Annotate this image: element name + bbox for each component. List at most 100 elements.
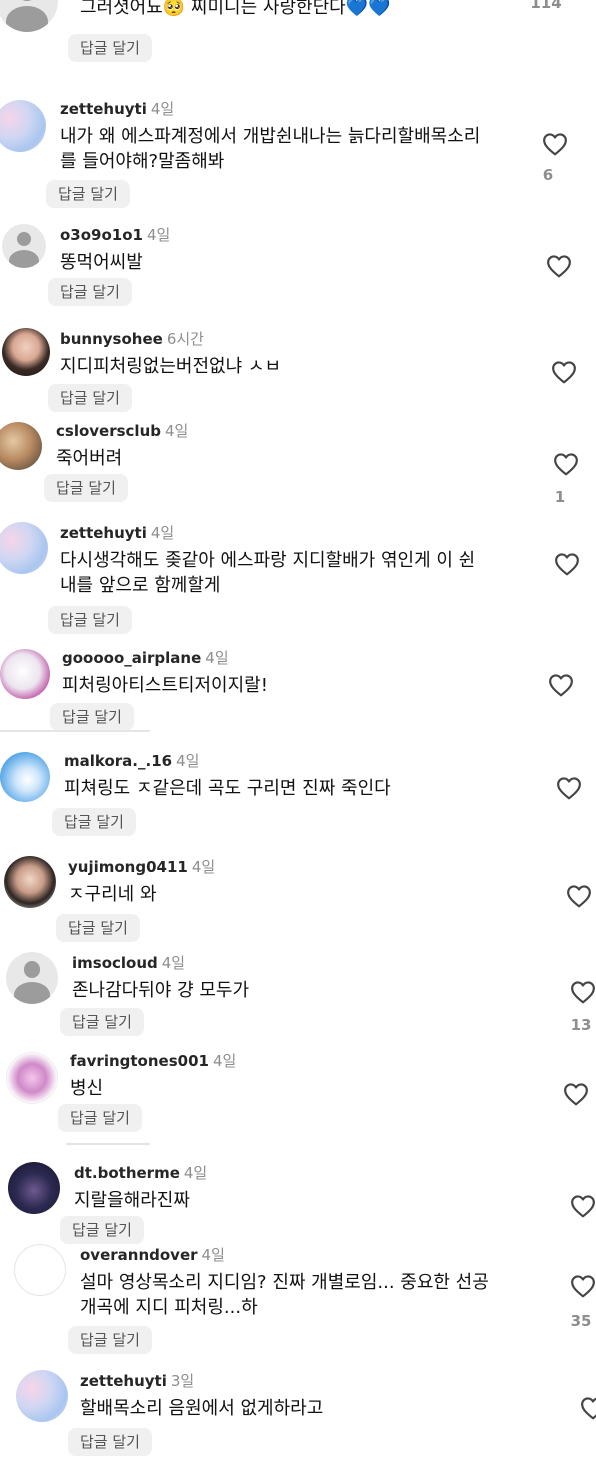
username-link[interactable]: bunnysohee xyxy=(60,330,163,348)
blank-avatar[interactable] xyxy=(14,1244,66,1296)
reply-button[interactable]: 답글 달기 xyxy=(60,1008,144,1036)
comment-author: imsocloud 4일 xyxy=(72,952,185,973)
reply-button[interactable]: 답글 달기 xyxy=(46,180,130,208)
comment-item: o3o9o1o1 4일 똥먹어씨발 답글 달기 xyxy=(0,222,596,332)
pastel-avatar[interactable] xyxy=(0,100,46,152)
segment-divider xyxy=(66,1143,150,1145)
comment-text: 지랄을해라진짜 xyxy=(74,1190,190,1211)
comment-item: zettehuyti 4일 내가 왜 에스파계정에서 개밥쉰내나는 늙다리할배목소리… xyxy=(0,96,596,208)
reply-button[interactable]: 답글 달기 xyxy=(48,606,132,634)
comment-timestamp: 6시간 xyxy=(166,330,204,348)
username-link[interactable]: dt.botherme xyxy=(74,1164,180,1182)
default-avatar[interactable] xyxy=(2,224,46,268)
comment-feed: 에궁 그러게 좀 노래에 맞는 가사를 써주시지그러셧어뇨🥺 찌미니는 사랑한단… xyxy=(0,0,596,1456)
like-heart-icon[interactable] xyxy=(542,132,568,156)
comment-timestamp: 4일 xyxy=(150,100,175,118)
comment-author: o3o9o1o1 4일 xyxy=(60,224,170,245)
pastel-avatar[interactable] xyxy=(16,1370,68,1422)
comment-timestamp: 4일 xyxy=(150,524,175,542)
like-count: 1 xyxy=(554,488,566,506)
username-link[interactable]: zettehuyti xyxy=(80,1372,167,1390)
like-count: 13 xyxy=(570,1016,592,1034)
comment-text: 그러셧어뇨🥺 찌미니는 사랑한단다💙💙 xyxy=(80,0,391,18)
like-heart-icon[interactable] xyxy=(563,1082,589,1106)
comment-author: overanndover 4일 xyxy=(80,1244,225,1265)
reply-button[interactable]: 답글 달기 xyxy=(52,808,136,836)
girl-glasses-avatar[interactable] xyxy=(4,856,56,908)
like-heart-icon[interactable] xyxy=(554,552,580,576)
comment-author: zettehuyti 4일 xyxy=(60,98,174,119)
girl-avatar[interactable] xyxy=(2,328,50,376)
like-heart-icon[interactable] xyxy=(580,1396,596,1420)
username-link[interactable]: favringtones001 xyxy=(70,1052,209,1070)
username-link[interactable]: gooooo_airplane xyxy=(62,649,201,667)
like-heart-icon[interactable] xyxy=(548,673,574,697)
comment-timestamp: 4일 xyxy=(191,858,216,876)
default-avatar[interactable] xyxy=(0,0,58,32)
like-count: 114 xyxy=(530,0,562,12)
comment-text: 병신 xyxy=(70,1078,104,1099)
comment-text: 똥먹어씨발 xyxy=(60,252,143,273)
comment-item: csloversclub 4일죽어버려답글 달기 1 xyxy=(0,418,596,528)
comment-timestamp: 3일 xyxy=(170,1372,195,1390)
comment-author: csloversclub 4일 xyxy=(56,420,188,441)
like-heart-icon[interactable] xyxy=(553,452,579,476)
comment-timestamp: 4일 xyxy=(205,649,229,667)
reply-button[interactable]: 답글 달기 xyxy=(60,1216,144,1244)
comment-text: 피쳐링도 ㅈ같은데 곡도 구리면 진짜 죽인다 xyxy=(64,778,391,799)
comment-item: favringtones001 4일병신답글 달기 xyxy=(0,1048,596,1158)
like-heart-icon[interactable] xyxy=(556,776,582,800)
comment-author: favringtones001 4일 xyxy=(70,1050,236,1071)
comment-text: 죽어버려 xyxy=(56,448,123,469)
reply-button[interactable]: 답글 달기 xyxy=(68,1428,152,1456)
reply-button[interactable]: 답글 달기 xyxy=(58,1104,142,1132)
segment-divider xyxy=(0,730,150,732)
plush-avatar[interactable] xyxy=(0,649,50,699)
username-link[interactable]: overanndover xyxy=(80,1246,198,1264)
like-heart-icon[interactable] xyxy=(570,980,596,1004)
comment-item: zettehuyti 3일할배목소리 음원에서 없게하라고답글 달기 xyxy=(0,1368,596,1478)
comment-author: gooooo_airplane 4일 xyxy=(62,647,229,668)
username-link[interactable]: zettehuyti xyxy=(60,524,147,542)
comment-item: overanndover 4일 설마 영상목소리 지디임? 진짜 개별로임... 중… xyxy=(0,1244,596,1354)
reply-button[interactable]: 답글 달기 xyxy=(56,914,140,942)
username-link[interactable]: imsocloud xyxy=(72,954,158,972)
comment-author: dt.botherme 4일 xyxy=(74,1162,207,1183)
dark-avatar[interactable] xyxy=(8,1162,60,1214)
comment-item: malkora._.16 4일피쳐링도 ㅈ같은데 곡도 구리면 진짜 죽인다답글 … xyxy=(0,748,596,858)
dog-avatar[interactable] xyxy=(0,422,42,470)
comment-text: 다시생각해도 좆같아 에스파랑 지디할배가 엮인게 이 쉰 xyxy=(60,550,476,571)
username-link[interactable]: csloversclub xyxy=(56,422,161,440)
cat-avatar[interactable] xyxy=(6,1052,58,1104)
like-heart-icon[interactable] xyxy=(570,1194,596,1218)
comment-timestamp: 4일 xyxy=(161,954,186,972)
username-link[interactable]: malkora._.16 xyxy=(64,752,172,770)
sky-avatar[interactable] xyxy=(0,752,50,802)
reply-button[interactable]: 답글 달기 xyxy=(44,474,128,502)
like-heart-icon[interactable] xyxy=(570,1274,596,1298)
reply-button[interactable]: 답글 달기 xyxy=(68,1326,152,1354)
reply-button[interactable]: 답글 달기 xyxy=(50,703,134,731)
like-count: 6 xyxy=(542,166,554,184)
like-heart-icon[interactable] xyxy=(551,360,577,384)
reply-button[interactable]: 답글 달기 xyxy=(48,384,132,412)
comment-timestamp: 4일 xyxy=(146,226,171,244)
comment-author: zettehuyti 3일 xyxy=(80,1370,194,1391)
comment-text: 존나감다뒤야 걍 모두가 xyxy=(72,980,250,1001)
comment-text: 할배목소리 음원에서 없게하라고 xyxy=(80,1398,324,1419)
username-link[interactable]: zettehuyti xyxy=(60,100,147,118)
comment-author: malkora._.16 4일 xyxy=(64,750,199,771)
comment-item: zettehuyti 4일다시생각해도 좆같아 에스파랑 지디할배가 엮인게 이 … xyxy=(0,520,596,634)
comment-timestamp: 4일 xyxy=(176,752,200,770)
comment-item: 에궁 그러게 좀 노래에 맞는 가사를 써주시지그러셧어뇨🥺 찌미니는 사랑한단… xyxy=(0,0,596,80)
username-link[interactable]: yujimong0411 xyxy=(68,858,188,876)
like-heart-icon[interactable] xyxy=(566,884,592,908)
default-avatar[interactable] xyxy=(6,952,58,1004)
reply-button[interactable]: 답글 달기 xyxy=(48,278,132,306)
pastel-avatar[interactable] xyxy=(0,522,48,574)
reply-button[interactable]: 답글 달기 xyxy=(68,34,152,62)
like-heart-icon[interactable] xyxy=(546,254,572,278)
comment-timestamp: 4일 xyxy=(165,422,189,440)
username-link[interactable]: o3o9o1o1 xyxy=(60,226,143,244)
comment-author: bunnysohee 6시간 xyxy=(60,328,204,349)
